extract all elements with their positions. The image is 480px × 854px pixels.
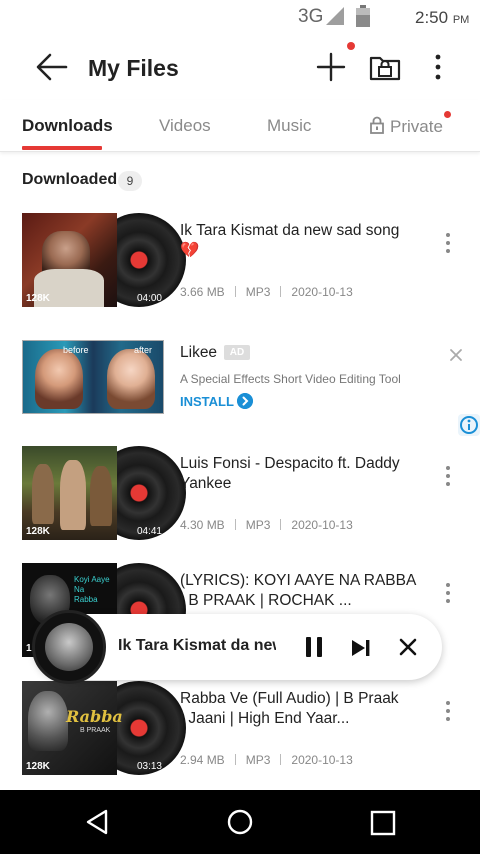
ad-thumb-label-after: after xyxy=(134,345,153,355)
track-meta: 2.94 MB MP3 2020-10-13 xyxy=(180,753,353,767)
file-size: 2.94 MB xyxy=(180,753,225,767)
list-item[interactable]: 128K 04:00 Ik Tara Kismat da new sad son… xyxy=(0,213,480,323)
ad-thumbnail: before after xyxy=(22,340,164,414)
network-type: 3G xyxy=(298,6,324,27)
ad-description: A Special Effects Short Video Editing To… xyxy=(180,372,401,386)
ad-badge: AD xyxy=(224,345,250,360)
clock-ampm: PM xyxy=(452,14,470,26)
divider xyxy=(280,286,282,297)
more-options-icon[interactable] xyxy=(440,231,456,255)
list-item[interactable]: 128K 04:41 Luis Fonsi - Despacito ft. Da… xyxy=(0,446,480,556)
private-folder-icon[interactable] xyxy=(368,50,402,82)
track-title: Ik Tara Kismat da new sad song 💔 xyxy=(180,222,400,259)
pause-icon[interactable] xyxy=(304,636,324,658)
file-format: MP3 xyxy=(245,753,271,767)
close-player-icon[interactable] xyxy=(399,638,417,656)
file-size: 4.30 MB xyxy=(180,518,225,532)
tab-private-label: Private xyxy=(390,117,443,136)
track-title: Rabba Ve (Full Audio) | B Praak | Jaani … xyxy=(180,690,399,727)
list-item[interactable]: Rabba B PRAAK 128K 03:13 Rabba Ve (Full … xyxy=(0,681,480,791)
player-track-title: Ik Tara Kismat da new sad song xyxy=(118,637,276,654)
divider xyxy=(280,519,282,530)
tab-private[interactable]: Private xyxy=(370,116,443,137)
signal-icon xyxy=(326,7,344,25)
nav-back-icon[interactable] xyxy=(84,808,112,836)
install-button[interactable]: INSTALL xyxy=(180,394,234,409)
quality-badge: 128K xyxy=(26,526,50,537)
ad-title: Likee xyxy=(180,344,218,361)
lock-icon xyxy=(370,116,384,134)
tab-bar: Downloads Videos Music Private xyxy=(0,100,480,152)
nav-home-icon[interactable] xyxy=(226,808,254,836)
adchoices-icon[interactable] xyxy=(458,414,480,436)
more-options-icon[interactable] xyxy=(440,581,456,605)
active-tab-indicator xyxy=(22,146,102,150)
skip-next-icon[interactable] xyxy=(350,638,372,658)
track-meta: 3.66 MB MP3 2020-10-13 xyxy=(180,285,353,299)
add-icon[interactable] xyxy=(316,52,346,82)
track-title: Luis Fonsi - Despacito ft. Daddy Yankee xyxy=(180,455,400,492)
system-nav-bar xyxy=(0,790,480,854)
tab-downloads[interactable]: Downloads xyxy=(22,116,113,136)
divider xyxy=(234,286,236,297)
duration-badge: 04:41 xyxy=(136,526,162,537)
duration-badge: 04:00 xyxy=(136,293,162,304)
back-arrow-icon[interactable] xyxy=(34,52,70,82)
status-bar: 3G 2:50 PM xyxy=(0,0,480,34)
ad-thumb-label-before: before xyxy=(63,345,89,355)
section-title: Downloaded xyxy=(22,171,118,188)
tab-videos[interactable]: Videos xyxy=(159,116,211,136)
file-date: 2020-10-13 xyxy=(291,285,353,299)
mini-player[interactable]: Ik Tara Kismat da new sad song xyxy=(32,610,442,684)
track-thumbnail: 128K 04:41 xyxy=(22,446,186,540)
track-thumbnail: Rabba B PRAAK 128K 03:13 xyxy=(22,681,186,775)
close-ad-icon[interactable] xyxy=(449,348,463,362)
ad-item[interactable]: before after Likee AD A Special Effects … xyxy=(0,340,480,420)
clock-time: 2:50 xyxy=(415,8,449,27)
section-count-badge: 9 xyxy=(118,171,142,191)
player-artwork[interactable] xyxy=(32,610,106,684)
file-date: 2020-10-13 xyxy=(291,518,353,532)
quality-badge: 128K xyxy=(26,293,50,304)
duration-badge: 03:13 xyxy=(136,761,162,772)
page-title: My Files xyxy=(88,55,179,81)
artist-image xyxy=(45,623,93,671)
more-options-icon[interactable] xyxy=(440,464,456,488)
divider xyxy=(280,754,282,765)
tab-music[interactable]: Music xyxy=(267,116,311,136)
quality-badge: 128K xyxy=(26,761,50,772)
nav-recents-icon[interactable] xyxy=(370,810,396,836)
quality-badge: 1 xyxy=(26,643,32,654)
file-date: 2020-10-13 xyxy=(291,753,353,767)
track-thumbnail: 128K 04:00 xyxy=(22,213,186,307)
divider xyxy=(234,754,236,765)
clock: 2:50 PM xyxy=(415,8,469,28)
arrow-right-icon xyxy=(237,393,253,409)
divider xyxy=(234,519,236,530)
battery-icon xyxy=(356,5,370,27)
track-meta: 4.30 MB MP3 2020-10-13 xyxy=(180,518,353,532)
more-options-icon[interactable] xyxy=(440,699,456,723)
file-format: MP3 xyxy=(245,518,271,532)
private-notification-dot xyxy=(444,111,451,118)
app-bar: My Files xyxy=(0,34,480,100)
more-options-icon[interactable] xyxy=(428,52,448,82)
track-title: (LYRICS): KOYI AAYE NA RABBA | B PRAAK |… xyxy=(180,572,416,609)
file-format: MP3 xyxy=(245,285,271,299)
file-size: 3.66 MB xyxy=(180,285,225,299)
add-notification-dot xyxy=(347,42,355,50)
